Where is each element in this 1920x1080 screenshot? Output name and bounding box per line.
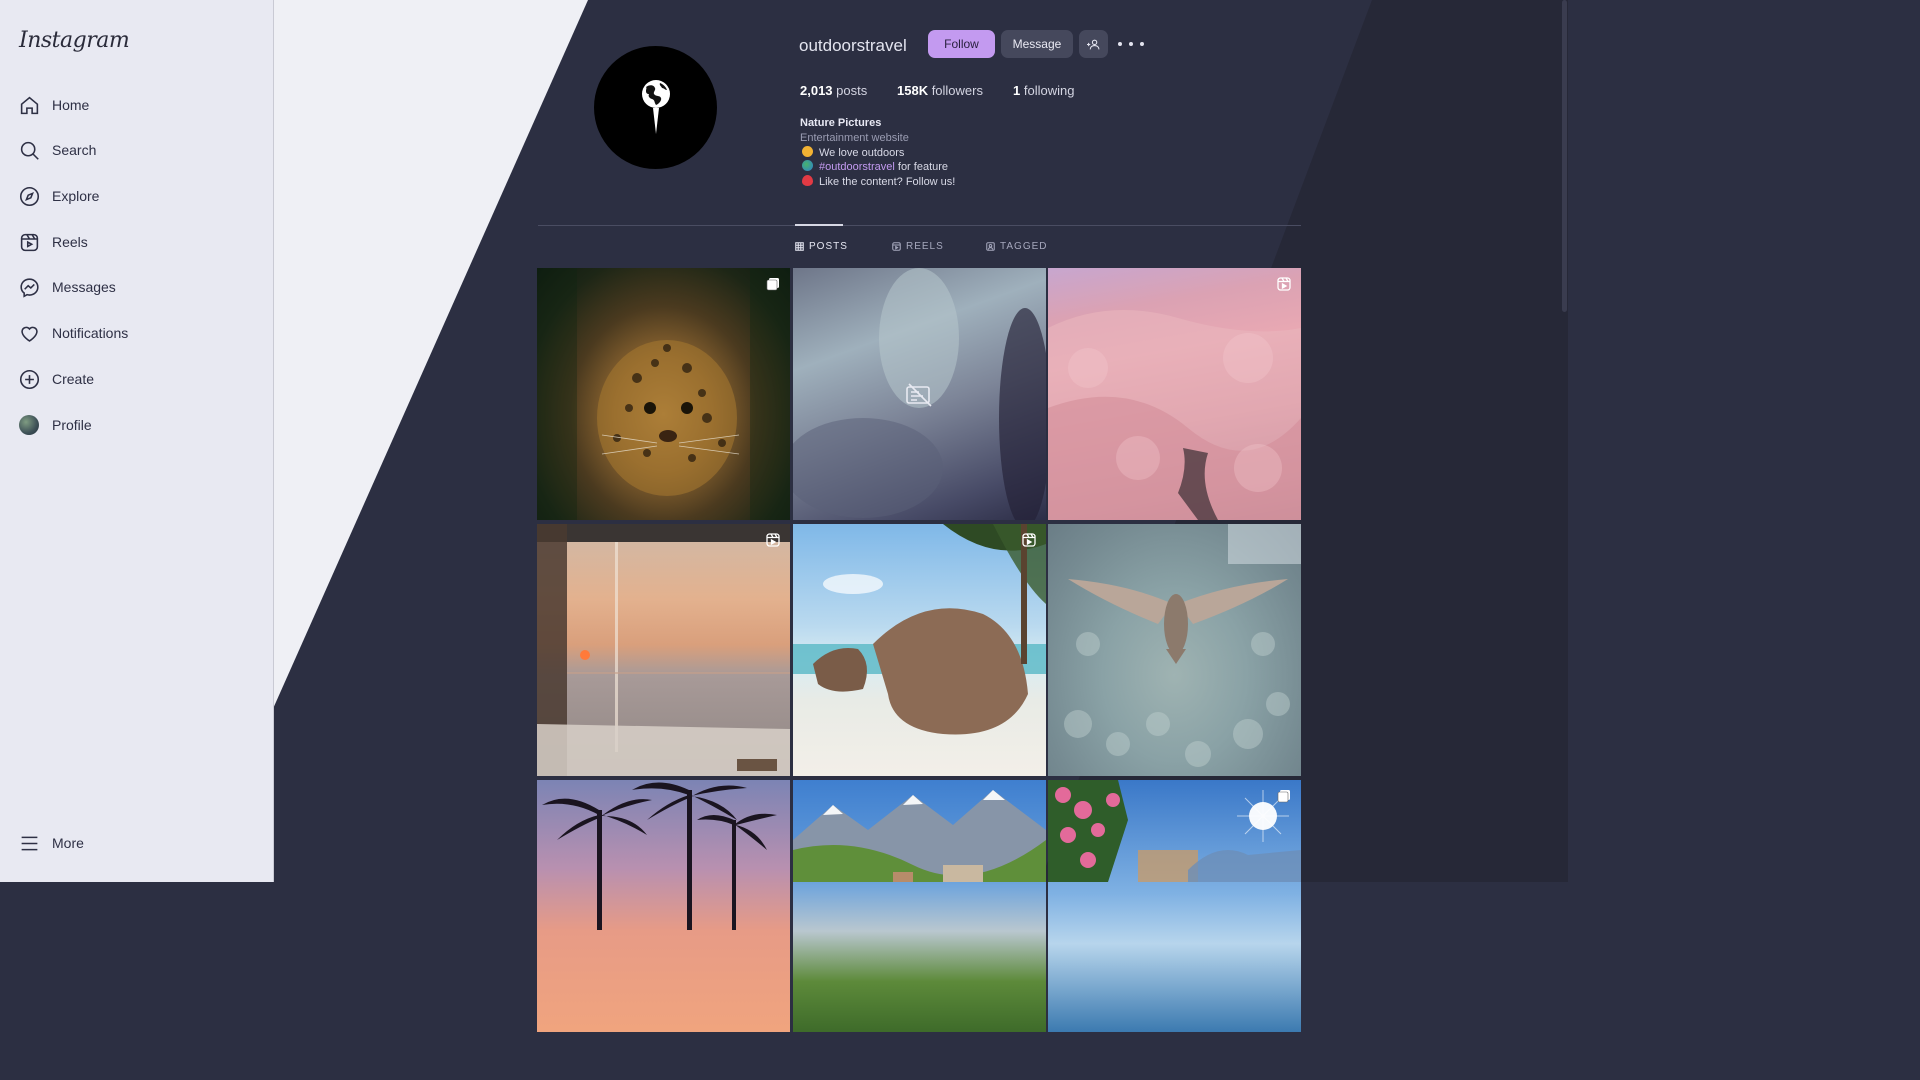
- profile-picture[interactable]: [594, 46, 717, 169]
- posts-stat: 2,013 posts: [800, 83, 867, 98]
- globe-emoji-icon: [802, 160, 813, 172]
- followers-label: followers: [928, 83, 983, 98]
- beach-rocks-photo: [793, 524, 1046, 735]
- bio-category[interactable]: Entertainment website: [800, 131, 955, 146]
- sidebar-item-label: Search: [52, 142, 97, 158]
- post-tile[interactable]: [537, 780, 790, 1032]
- eagle-photo: [1064, 524, 1301, 767]
- tabs-divider: [538, 225, 1301, 226]
- tab-label: POSTS: [809, 241, 848, 252]
- home-icon: [18, 94, 40, 116]
- carousel-icon: [1277, 789, 1291, 803]
- reel-icon: [1277, 277, 1291, 291]
- message-button[interactable]: Message: [1001, 30, 1073, 58]
- add-person-icon: [1087, 39, 1100, 49]
- pink-forest-photo: [1048, 310, 1301, 520]
- sidebar-item-create[interactable]: Create: [18, 364, 94, 394]
- search-icon: [18, 139, 40, 161]
- sidebar-item-search[interactable]: Search: [18, 135, 96, 165]
- post-tile[interactable]: [537, 268, 790, 520]
- reel-icon: [766, 533, 780, 547]
- sidebar-item-explore[interactable]: Explore: [18, 181, 99, 211]
- post-tile[interactable]: [1048, 524, 1301, 776]
- sidebar-item-label: Explore: [52, 188, 100, 204]
- sidebar-item-messages[interactable]: Messages: [18, 272, 116, 302]
- sidebar-item-label: Home: [52, 97, 90, 113]
- sidebar: Instagram Home Search Explore Reels Mess…: [0, 0, 274, 882]
- bio-hashtag-link[interactable]: #outdoorstravel: [819, 161, 895, 173]
- post-tile[interactable]: [793, 268, 1046, 520]
- sidebar-item-label: More: [52, 835, 84, 851]
- reels-icon: [892, 242, 901, 251]
- heart-emoji-icon: [802, 175, 813, 187]
- followers-stat[interactable]: 158K followers: [897, 83, 983, 98]
- tab-label: REELS: [906, 241, 944, 252]
- bio-line-3: Like the content? Follow us!: [800, 175, 955, 190]
- hidden-content-icon: [905, 382, 933, 413]
- sunset-window-photo: [537, 524, 790, 776]
- active-tab-indicator: [795, 224, 843, 226]
- avatar: [19, 415, 39, 435]
- bio-line-3-text: Like the content? Follow us!: [819, 176, 956, 189]
- compass-icon: [18, 185, 40, 207]
- sidebar-item-label: Reels: [52, 234, 88, 250]
- sidebar-item-notifications[interactable]: Notifications: [18, 318, 128, 348]
- palm-sunset-photo: [542, 782, 777, 930]
- post-tile[interactable]: [793, 524, 1046, 776]
- plus-square-icon: [18, 368, 40, 390]
- reels-icon: [18, 231, 40, 253]
- bio-name: Nature Pictures: [800, 117, 882, 129]
- more-options-icon[interactable]: [1118, 35, 1144, 53]
- heart-icon: [18, 322, 40, 344]
- mountain-village-photo: [793, 790, 1046, 882]
- bio-line-1-text: We love outdoors: [819, 146, 905, 159]
- messenger-icon: [18, 276, 40, 298]
- sidebar-item-reels[interactable]: Reels: [18, 227, 88, 257]
- tab-reels[interactable]: REELS: [892, 241, 944, 252]
- tab-tagged[interactable]: TAGGED: [986, 241, 1047, 252]
- leopard-photo: [537, 268, 790, 520]
- bio-line-2-suffix: for feature: [894, 161, 949, 174]
- flowers-lake-photo: [1048, 780, 1301, 882]
- smiley-emoji-icon: [802, 145, 813, 157]
- posts-label: posts: [832, 83, 868, 98]
- grid-icon: [795, 242, 804, 251]
- tab-posts[interactable]: POSTS: [795, 241, 848, 252]
- post-tile[interactable]: [537, 524, 790, 776]
- post-tile[interactable]: [1048, 268, 1301, 520]
- sidebar-item-label: Create: [52, 371, 95, 387]
- following-stat[interactable]: 1 following: [1013, 83, 1074, 98]
- profile-bio: Nature Pictures Entertainment website We…: [800, 116, 955, 190]
- post-tile[interactable]: [1048, 780, 1301, 1032]
- bio-line-2: #outdoorstravel for feature: [800, 160, 955, 175]
- scrollbar[interactable]: [1562, 0, 1567, 312]
- tagged-icon: [986, 242, 995, 251]
- sidebar-item-label: Profile: [52, 417, 92, 433]
- instagram-logo[interactable]: Instagram: [19, 28, 130, 53]
- following-label: following: [1020, 83, 1075, 98]
- sidebar-item-profile[interactable]: Profile: [18, 410, 92, 440]
- reel-icon: [1022, 533, 1036, 547]
- globe-pin-logo: [641, 79, 670, 134]
- post-tile[interactable]: [793, 780, 1046, 1032]
- bio-line-1: We love outdoors: [800, 145, 955, 161]
- sidebar-item-label: Messages: [52, 279, 116, 295]
- menu-icon: [18, 832, 40, 854]
- posts-count: 2,013: [800, 83, 833, 98]
- tab-label: TAGGED: [1000, 241, 1048, 252]
- carousel-icon: [766, 277, 780, 291]
- follow-button[interactable]: Follow: [928, 30, 995, 58]
- suggested-accounts-button[interactable]: [1079, 30, 1108, 58]
- followers-count: 158K: [897, 83, 929, 98]
- sidebar-item-label: Notifications: [52, 325, 129, 341]
- sidebar-item-more[interactable]: More: [18, 828, 84, 858]
- profile-username: outdoorstravel: [799, 36, 907, 55]
- sidebar-item-home[interactable]: Home: [18, 90, 89, 120]
